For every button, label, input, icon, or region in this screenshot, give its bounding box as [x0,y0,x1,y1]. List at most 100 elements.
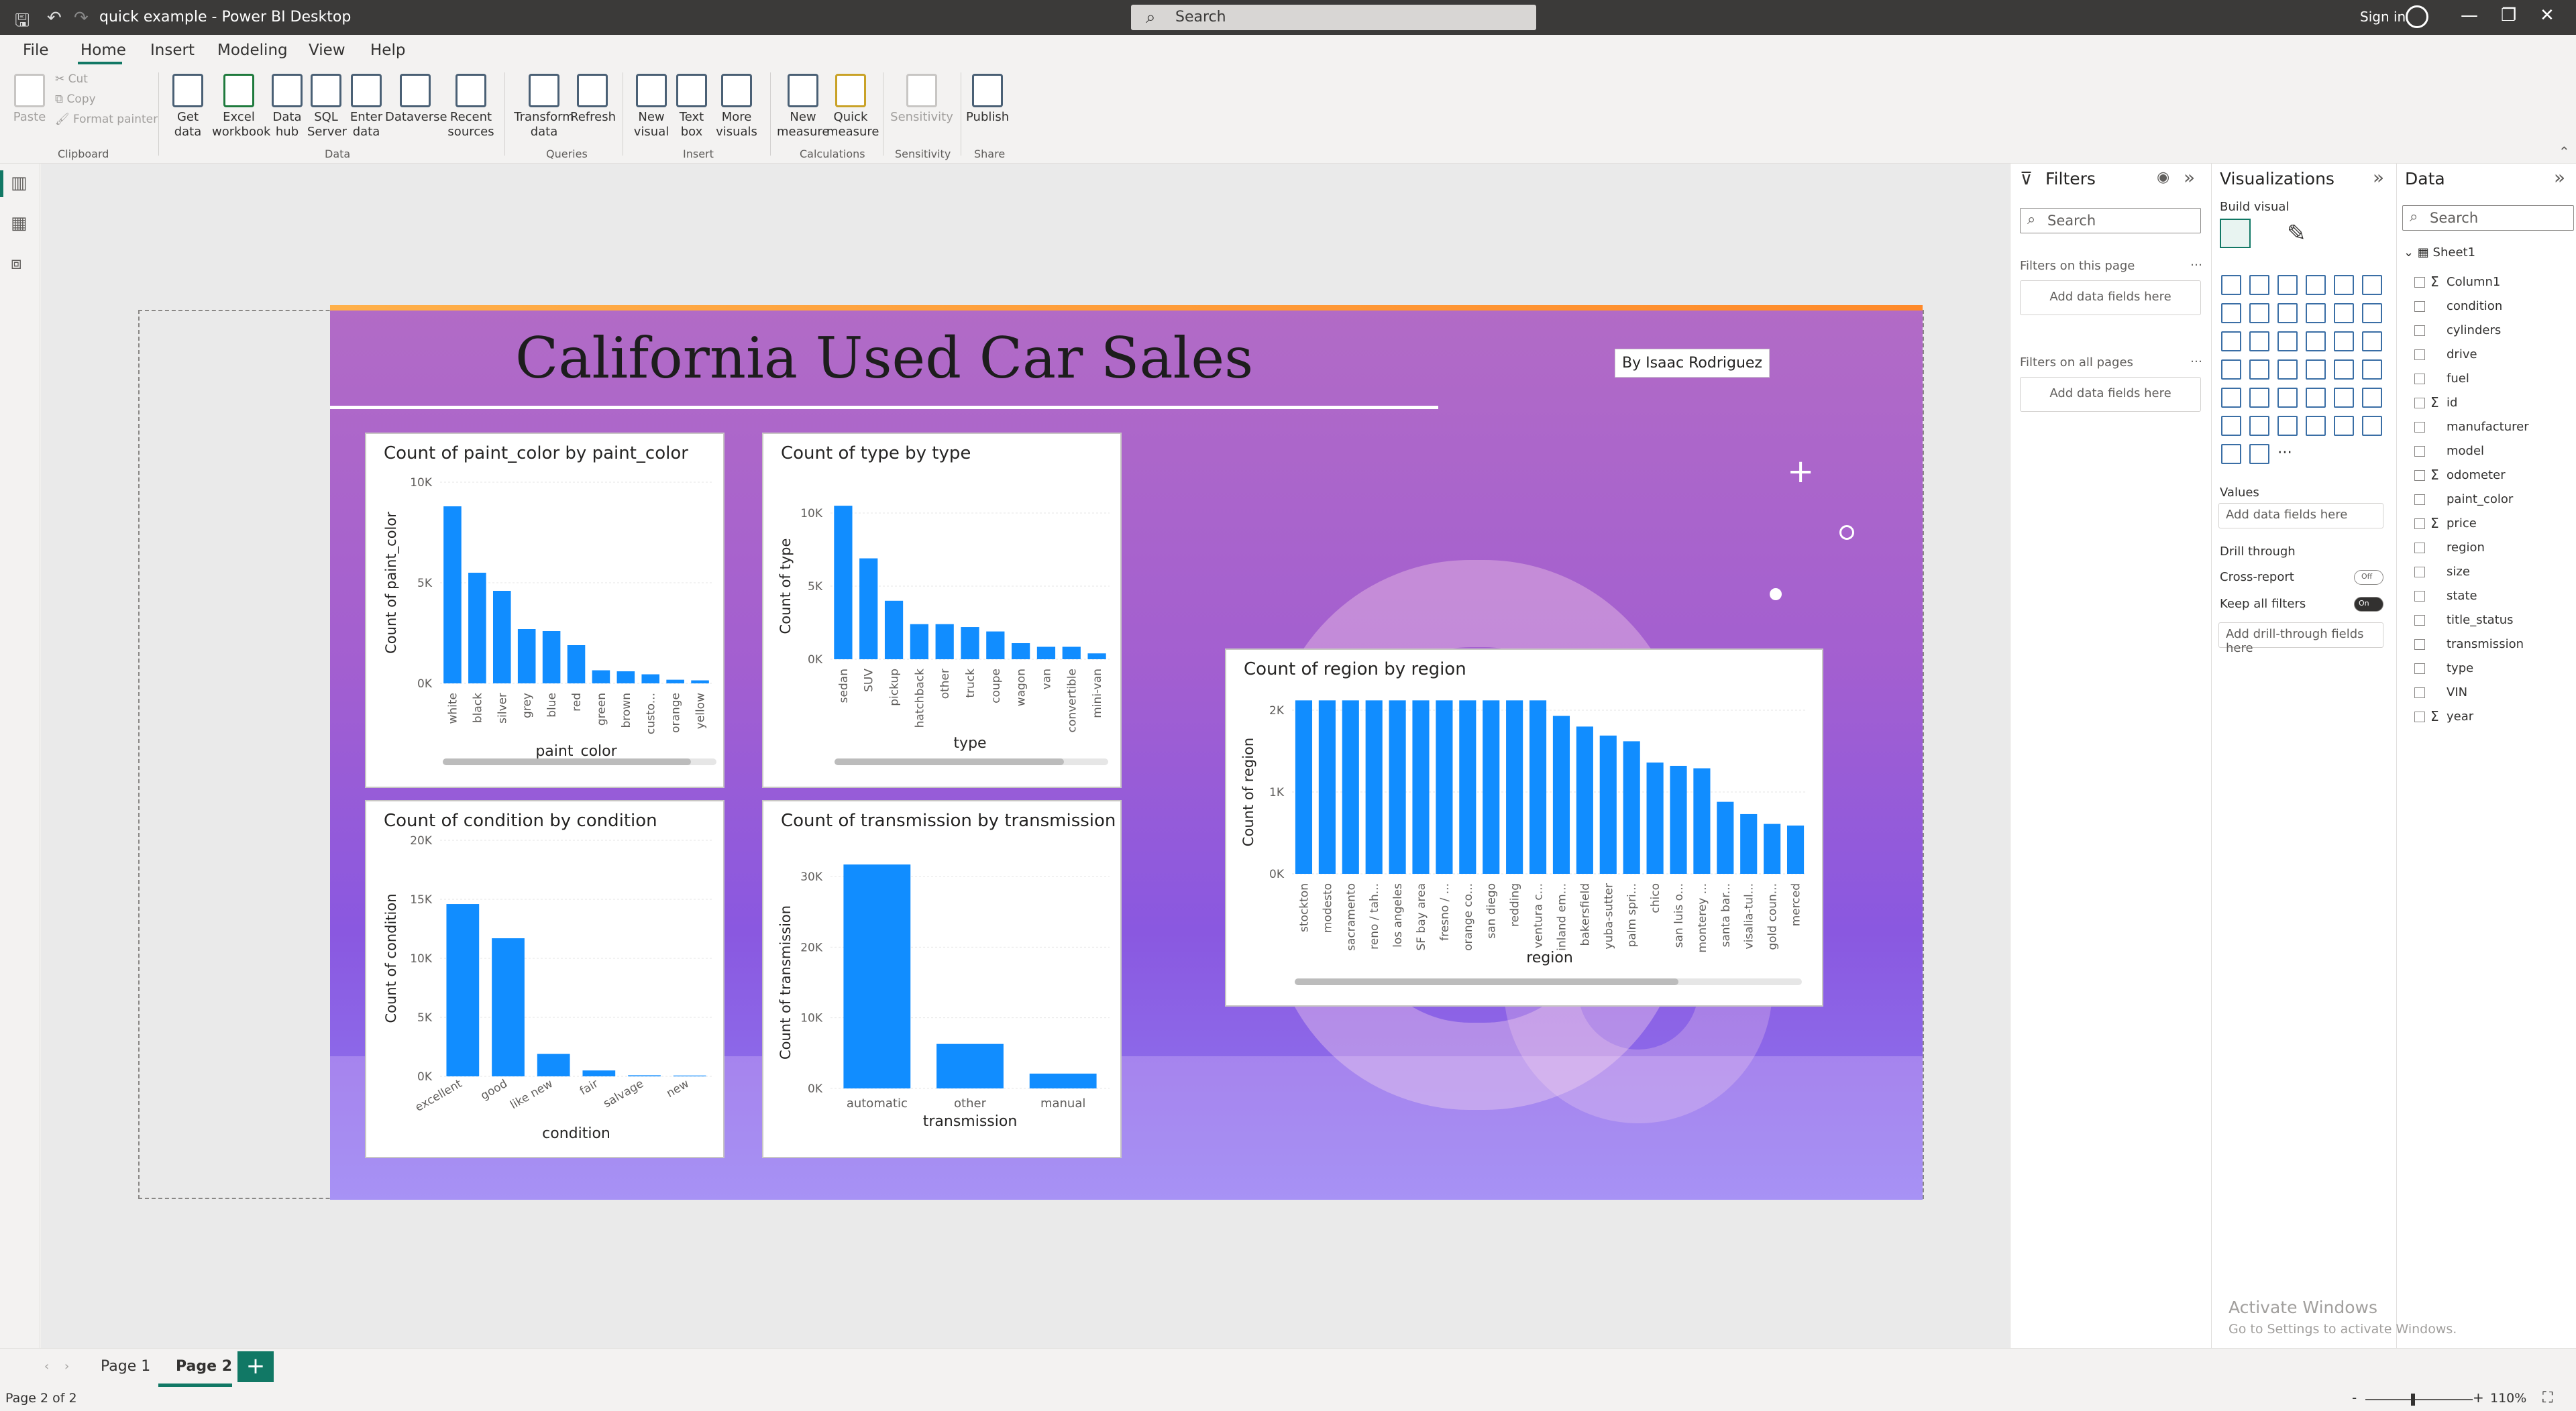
visual-type-icon[interactable] [2221,303,2241,323]
visual-type-icon[interactable] [2306,331,2326,351]
report-view-icon[interactable]: ▥ [11,173,30,193]
visual-type-icon[interactable] [2362,331,2382,351]
filters-search-input[interactable]: ⌕ Search [2020,208,2201,233]
field-checkbox[interactable] [2414,422,2425,433]
sign-in-link[interactable]: Sign in [2360,9,2406,25]
menu-modeling[interactable]: Modeling [217,42,288,59]
menu-insert[interactable]: Insert [150,42,195,59]
field-checkbox[interactable] [2414,543,2425,553]
field-checkbox[interactable] [2414,470,2425,481]
get-data-button[interactable]: Get data [168,74,208,139]
visual-type-icon[interactable] [2221,444,2241,464]
refresh-button[interactable]: Refresh [570,74,616,125]
region-chart[interactable]: 0K 1K 2K stockton modesto sacramento reno / ta… [1225,648,1823,1007]
visual-type-icon[interactable] [2306,359,2326,380]
visual-type-icon[interactable] [2249,303,2269,323]
visual-type-icon[interactable] [2334,388,2354,408]
format-painter-button[interactable]: 🖌 Format painter [55,113,158,126]
visual-type-icon[interactable] [2362,388,2382,408]
model-view-icon[interactable]: ⧈ [11,253,30,274]
field-checkbox[interactable] [2414,518,2425,529]
transmission-chart[interactable]: 0K 10K 20K 30K automatic other manual transmiss… [762,800,1122,1158]
byline-textbox[interactable]: By Isaac Rodriguez [1615,349,1770,378]
field-column1[interactable]: Σ Column1 [2414,274,2500,290]
collapse-filters-icon[interactable]: » [2184,166,2195,188]
dataverse-button[interactable]: Dataverse [385,74,447,125]
text-box-button[interactable]: Text box [672,74,711,139]
visual-type-icon[interactable] [2249,331,2269,351]
visual-type-icon[interactable] [2249,444,2269,464]
visual-type-icon[interactable] [2277,416,2298,436]
field-manufacturer[interactable]: manufacturer [2414,420,2529,434]
visual-type-icon[interactable] [2306,416,2326,436]
format-visual-icon[interactable]: ✎ [2287,220,2306,247]
save-icon[interactable]: 🖫 [15,8,30,38]
field-checkbox[interactable] [2414,567,2425,577]
field-state[interactable]: state [2414,589,2477,603]
menu-help[interactable]: Help [370,42,405,59]
visual-type-icon[interactable] [2334,275,2354,295]
recent-sources-button[interactable]: Recent sources [444,74,498,139]
eye-icon[interactable]: ◉ [2157,169,2169,186]
values-dropzone[interactable]: Add data fields here [2218,503,2383,528]
zoom-slider[interactable] [2365,1399,2473,1400]
visual-type-icon[interactable] [2334,416,2354,436]
visual-type-icon[interactable] [2334,331,2354,351]
field-checkbox[interactable] [2414,687,2425,698]
field-model[interactable]: model [2414,444,2484,458]
visual-type-icon[interactable] [2306,303,2326,323]
drill-through-dropzone[interactable]: Add drill-through fields here [2218,622,2383,655]
visual-type-icon[interactable] [2249,416,2269,436]
visual-type-icon[interactable] [2362,275,2382,295]
visual-type-icon[interactable] [2277,275,2298,295]
field-checkbox[interactable] [2414,301,2425,312]
field-checkbox[interactable] [2414,591,2425,602]
report-title[interactable]: California Used Car Sales [515,325,1253,391]
excel-workbook-button[interactable]: Excel workbook [212,74,270,139]
add-page-button[interactable]: + [237,1351,274,1382]
field-size[interactable]: size [2414,565,2470,579]
filters-page-dropzone[interactable]: Add data fields here [2020,280,2201,315]
field-checkbox[interactable] [2414,663,2425,674]
more-options-icon[interactable]: … [2190,255,2202,269]
transform-data-button[interactable]: Transform data [514,74,574,139]
visual-type-icon[interactable] [2277,388,2298,408]
visual-type-icon[interactable] [2334,303,2354,323]
visual-type-icon[interactable] [2221,331,2241,351]
visual-type-icon[interactable] [2221,388,2241,408]
tab-page-1[interactable]: Page 1 [101,1358,150,1375]
tab-page-2[interactable]: Page 2 [176,1358,232,1375]
field-cylinders[interactable]: cylinders [2414,323,2501,337]
publish-button[interactable]: Publish [966,74,1009,125]
new-visual-button[interactable]: New visual [631,74,672,139]
field-checkbox[interactable] [2414,446,2425,457]
field-region[interactable]: region [2414,541,2485,555]
field-title_status[interactable]: title_status [2414,613,2514,627]
new-measure-button[interactable]: New measure [777,74,830,139]
table-sheet1[interactable]: ⌄ ▦ Sheet1 [2404,245,2475,260]
menu-view[interactable]: View [309,42,345,59]
collapse-data-icon[interactable]: » [2554,166,2565,188]
menu-home[interactable]: Home [80,42,126,59]
field-checkbox[interactable] [2414,374,2425,384]
close-icon[interactable]: ✕ [2540,5,2555,25]
search-input[interactable]: ⌕ Search [1131,5,1536,30]
visual-type-icon[interactable] [2221,359,2241,380]
more-options-icon[interactable]: … [2190,351,2202,365]
cut-button[interactable]: ✂ Cut [55,72,88,86]
field-id[interactable]: Σid [2414,394,2457,410]
keep-all-filters-toggle[interactable]: On [2354,597,2383,612]
field-checkbox[interactable] [2414,712,2425,722]
sensitivity-button[interactable]: Sensitivity [890,74,954,125]
copy-button[interactable]: ⧉ Copy [55,93,96,106]
paste-button[interactable]: Paste [11,74,48,125]
visual-type-icon[interactable] [2221,416,2241,436]
fit-page-icon[interactable]: ⛶ [2542,1390,2553,1406]
visual-type-icon[interactable]: ⋯ [2277,444,2298,464]
enter-data-button[interactable]: Enter data [346,74,386,139]
quick-measure-button[interactable]: Quick measure [826,74,879,139]
field-checkbox[interactable] [2414,639,2425,650]
chart-scrollbar[interactable] [1295,978,1802,985]
zoom-in-button[interactable]: + [2473,1390,2484,1406]
table-view-icon[interactable]: ▦ [11,213,30,233]
